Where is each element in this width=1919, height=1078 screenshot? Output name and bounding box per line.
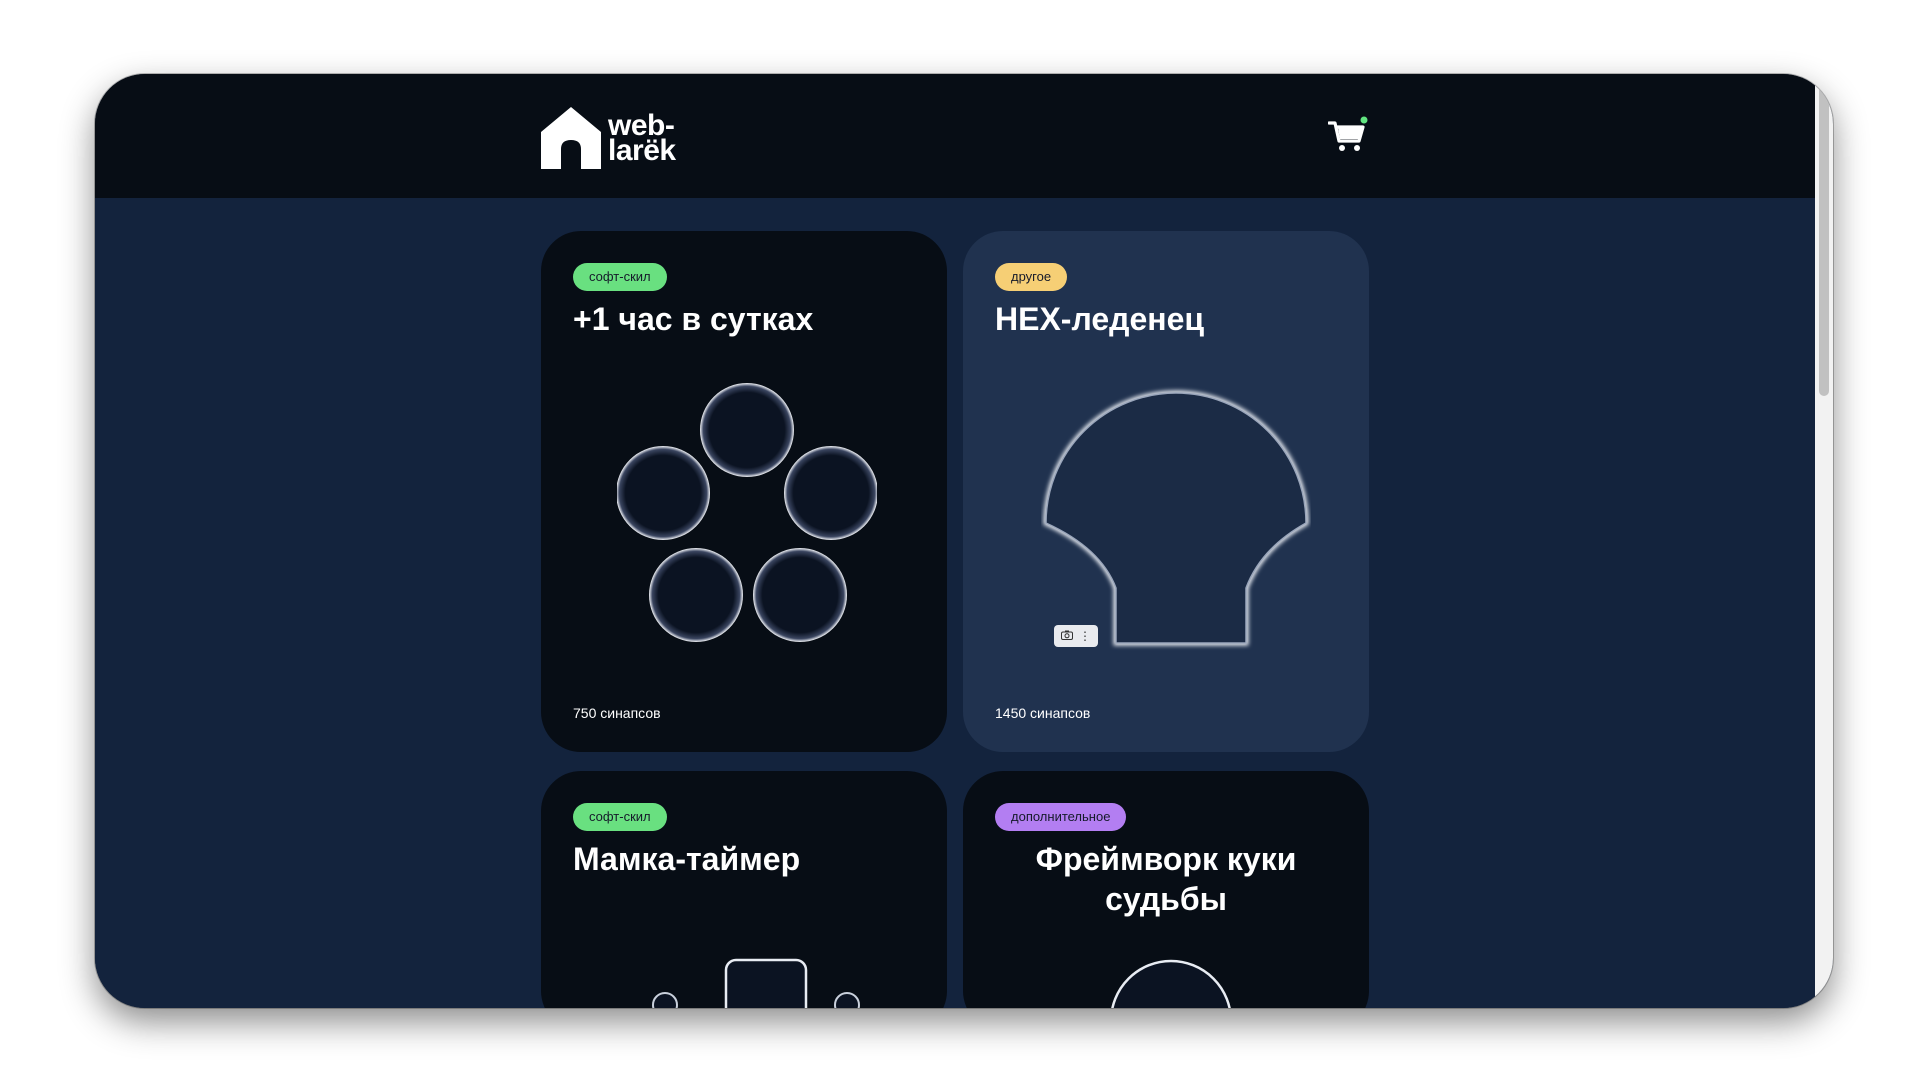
catalog: софт-скил +1 час в сутках 750 синапсов д… [95,198,1815,1008]
image-toolbar[interactable]: ⋮ [1054,625,1098,647]
product-title: HEX-леденец [995,301,1205,337]
product-card[interactable]: другое HEX-леденец ⋮ 1450 синапсов [963,231,1369,752]
product-title: Фреймворк куки судьбы [1035,841,1297,917]
site-logo[interactable]: web- larёk [541,107,676,169]
product-image [1111,959,1231,1008]
product-price: 750 синапсов [573,705,661,721]
product-card[interactable]: софт-скил Мамка-таймер [541,771,947,1008]
browser-window: web- larёk софт-скил +1 час в сутках 750… [95,74,1833,1008]
logo-line-2: larёk [608,134,676,167]
product-price: 1450 синапсов [995,705,1091,721]
product-card[interactable]: софт-скил +1 час в сутках 750 синапсов [541,231,947,752]
category-badge: софт-скил [573,803,667,831]
product-image [1043,390,1309,646]
house-icon [541,107,601,169]
product-title: Мамка-таймер [573,841,801,877]
scrollbar-thumb[interactable] [1819,78,1829,396]
camera-icon[interactable] [1061,629,1073,643]
cart-badge [1360,116,1368,124]
site-header: web- larёk [95,74,1815,198]
product-image [617,383,877,642]
page-scrollbar[interactable] [1815,74,1833,1008]
category-badge: софт-скил [573,263,667,291]
category-badge: другое [995,263,1068,291]
product-card[interactable]: дополнительное Фреймворк куки судьбы [963,771,1369,1008]
product-title: +1 час в сутках [573,301,814,337]
shopping-cart-icon[interactable] [1328,116,1368,156]
more-vertical-icon[interactable]: ⋮ [1079,629,1091,643]
product-image [652,958,860,1008]
logo-text: web- larёk [608,111,676,167]
category-badge: дополнительное [995,803,1127,831]
